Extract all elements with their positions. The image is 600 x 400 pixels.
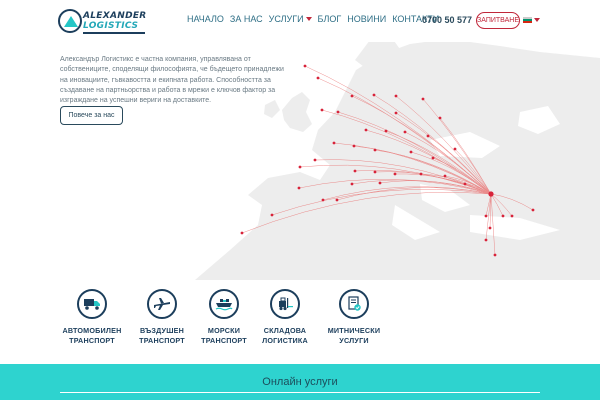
- logo-text-bottom: LOGISTICS: [83, 21, 139, 31]
- main-nav: НАЧАЛО ЗА НАС УСЛУГИ БЛОГ НОВИНИ КОНТАКТ…: [187, 14, 445, 24]
- city-marker: [409, 150, 413, 154]
- city-marker: [463, 182, 467, 186]
- city-marker: [320, 108, 324, 112]
- city-marker: [332, 141, 336, 145]
- city-marker: [378, 181, 382, 185]
- online-services-title[interactable]: Онлайн услуги: [0, 376, 600, 388]
- service-sea-transport[interactable]: МОРСКИ ТРАНСПОРТ: [194, 289, 254, 346]
- service-line2: ЛОГИСТИКА: [262, 336, 308, 345]
- city-marker: [240, 231, 244, 235]
- city-marker: [453, 147, 457, 151]
- company-intro-text: Александър Логистикс е частна компания, …: [60, 56, 284, 105]
- city-marker: [372, 93, 376, 97]
- service-line2: ТРАНСПОРТ: [201, 336, 247, 345]
- truck-icon: [77, 289, 107, 319]
- city-marker: [364, 128, 368, 132]
- city-marker: [298, 165, 302, 169]
- phone-number[interactable]: 0700 50 577: [422, 15, 472, 25]
- city-marker: [393, 172, 397, 176]
- nav-item-home[interactable]: НАЧАЛО: [187, 14, 224, 24]
- service-line1: АВТОМОБИЛЕН: [62, 326, 122, 335]
- city-marker: [431, 156, 435, 160]
- city-marker: [394, 111, 398, 115]
- alexander-logistics-logo[interactable]: ALEXANDER LOGISTICS: [58, 9, 150, 35]
- services-list: АВТОМОБИЛЕН ТРАНСПОРТ ВЪЗДУШЕН ТРАНСПОРТ М…: [62, 289, 402, 349]
- city-marker: [419, 172, 423, 176]
- logo-text-top: ALEXANDER: [83, 11, 147, 21]
- city-marker: [350, 182, 354, 186]
- inquiry-button[interactable]: ЗАПИТВАНЕ: [476, 12, 520, 29]
- city-marker: [403, 130, 407, 134]
- service-line1: МОРСКИ: [207, 326, 241, 335]
- city-marker: [443, 174, 447, 178]
- city-marker: [350, 94, 354, 98]
- city-marker: [336, 110, 340, 114]
- city-marker: [510, 214, 514, 218]
- city-marker: [313, 158, 317, 162]
- city-marker: [297, 186, 301, 190]
- city-marker: [321, 198, 325, 202]
- service-line2: ТРАНСПОРТ: [139, 336, 185, 345]
- airplane-icon: [147, 289, 177, 319]
- city-marker: [488, 226, 492, 230]
- city-marker: [303, 64, 307, 68]
- about-us-button[interactable]: Повече за нас: [60, 106, 123, 125]
- divider: [60, 392, 540, 393]
- language-chevron-icon: [534, 18, 540, 22]
- service-line1: МИТНИЧЕСКИ: [327, 326, 381, 335]
- forklift-icon: [270, 289, 300, 319]
- city-marker: [484, 214, 488, 218]
- nav-item-services[interactable]: УСЛУГИ: [269, 14, 312, 24]
- city-marker: [352, 144, 356, 148]
- city-marker: [373, 170, 377, 174]
- service-line1: СКЛАДОВА: [263, 326, 307, 335]
- service-line2: УСЛУГИ: [339, 336, 369, 345]
- logo-mark-icon: [58, 9, 82, 33]
- city-marker: [421, 97, 425, 101]
- service-warehouse-logistics[interactable]: СКЛАДОВА ЛОГИСТИКА: [255, 289, 315, 346]
- nav-item-services-label: УСЛУГИ: [268, 14, 304, 24]
- service-line1: ВЪЗДУШЕН: [139, 326, 185, 335]
- customs-document-icon: [339, 289, 369, 319]
- city-marker: [426, 134, 430, 138]
- city-marker: [438, 116, 442, 120]
- city-marker: [394, 94, 398, 98]
- service-air-transport[interactable]: ВЪЗДУШЕН ТРАНСПОРТ: [132, 289, 192, 346]
- city-marker: [384, 129, 388, 133]
- hub-marker: [488, 191, 494, 197]
- city-marker: [270, 213, 274, 217]
- nav-item-news[interactable]: НОВИНИ: [347, 14, 386, 24]
- city-marker: [501, 214, 505, 218]
- city-marker: [484, 238, 488, 242]
- nav-item-about[interactable]: ЗА НАС: [230, 14, 263, 24]
- chevron-down-icon: [305, 17, 312, 21]
- online-services-band: Онлайн услуги: [0, 364, 600, 400]
- bulgarian-flag-icon[interactable]: [523, 17, 540, 23]
- service-customs[interactable]: МИТНИЧЕСКИ УСЛУГИ: [324, 289, 384, 346]
- nav-item-blog[interactable]: БЛОГ: [318, 14, 342, 24]
- service-line2: ТРАНСПОРТ: [69, 336, 115, 345]
- ship-icon: [209, 289, 239, 319]
- city-marker: [373, 148, 377, 152]
- city-marker: [531, 208, 535, 212]
- city-marker: [335, 198, 339, 202]
- city-marker: [353, 169, 357, 173]
- city-marker: [316, 76, 320, 80]
- service-road-transport[interactable]: АВТОМОБИЛЕН ТРАНСПОРТ: [62, 289, 122, 346]
- city-marker: [493, 253, 497, 257]
- site-header: ALEXANDER LOGISTICS НАЧАЛО ЗА НАС УСЛУГИ…: [0, 0, 600, 42]
